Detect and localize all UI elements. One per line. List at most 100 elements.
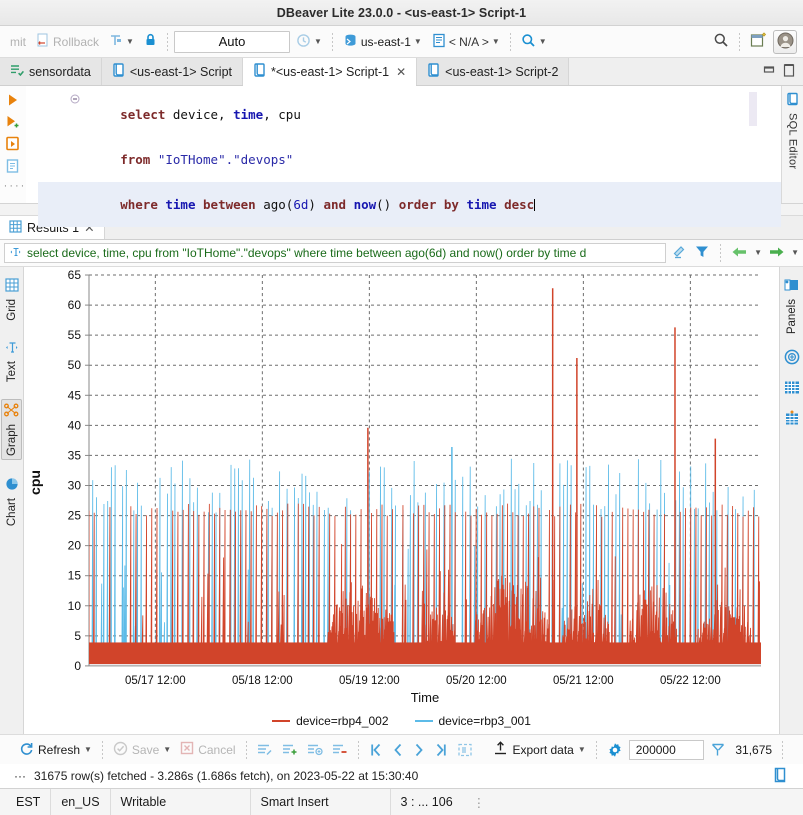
commit-mode-value: Auto [219,34,246,49]
cancel-button[interactable]: Cancel [177,739,238,760]
minimize-icon[interactable] [763,64,775,79]
series-baseline-band [89,642,761,664]
close-icon[interactable]: ✕ [396,65,406,79]
previous-page-icon[interactable] [389,740,407,760]
y-tick-labels: 05101520253035404550556065 [68,268,82,673]
chevron-down-icon[interactable]: ▼ [84,746,92,754]
user-avatar[interactable] [773,30,797,54]
delete-row-icon[interactable] [329,741,351,759]
editor-tab-sensordata[interactable]: sensordata [0,58,102,85]
panels-rail: Panels [779,267,803,734]
search-button[interactable]: ▼ [517,31,551,53]
code-token: time [466,197,504,212]
view-tab-grid[interactable]: Grid [3,275,21,324]
export-label: Export data [512,743,573,757]
status-dots[interactable]: ··· [14,769,26,783]
panels-toggle[interactable]: Panels [782,275,801,337]
chart-plot-area[interactable]: cpu 05101520253035404550556065 05 [24,267,779,708]
legend-item-rbp3_001[interactable]: device=rbp3_001 [415,714,531,728]
new-window-icon [750,32,767,52]
grid-icon [9,220,22,236]
toolbar-separator [167,33,168,51]
sql-editor-side-rail[interactable]: SQL Editor [781,86,803,203]
fetch-size-input[interactable]: 200000 [629,740,705,760]
chevron-down-icon[interactable]: ▼ [791,249,799,257]
edit-row-icon[interactable] [254,741,276,759]
chart-legend: device=rbp4_002 device=rbp3_001 [24,708,779,734]
view-tab-chart[interactable]: Chart [3,474,21,529]
results-status-line: ··· 31675 row(s) fetched - 3.286s (1.686… [0,764,803,788]
chevron-down-icon[interactable]: ▼ [539,38,547,46]
code-token: and [323,197,353,212]
first-page-icon[interactable] [366,740,386,760]
value-viewer-icon[interactable] [784,349,800,368]
calc-panel-icon[interactable] [784,410,800,429]
gutter-more-icon[interactable]: ···· [0,180,26,192]
chevron-down-icon[interactable]: ▼ [414,38,422,46]
chevron-down-icon[interactable]: ▼ [492,38,500,46]
sql-editor: ···· select device, time, cpu from "IoTH… [0,86,803,204]
legend-label: device=rbp3_001 [439,714,531,728]
view-tab-graph[interactable]: Graph [1,399,22,460]
editor-tab-script[interactable]: <us-east-1> Script [102,58,243,85]
chevron-down-icon[interactable]: ▼ [163,746,171,754]
chevron-down-icon[interactable]: ▼ [578,746,586,754]
maximize-icon[interactable] [783,64,795,80]
execute-statement-icon[interactable] [5,92,21,108]
arrow-left-icon[interactable] [731,245,748,262]
execute-new-tab-icon[interactable] [5,114,21,130]
chevron-down-icon[interactable]: ▼ [754,249,762,257]
commit-mode-select[interactable]: Auto [174,31,290,53]
magnifier-icon [521,33,536,51]
rollback-button[interactable]: Rollback [32,31,103,52]
y-tick-label: 55 [68,328,82,342]
transaction-mode-button[interactable]: ▼ [105,31,138,52]
cancel-label: Cancel [198,743,235,757]
rollback-label: Rollback [53,35,99,49]
editor-tab-script-2[interactable]: <us-east-1> Script-2 [417,58,569,85]
text-cursor [534,199,535,211]
cpu-time-series-chart[interactable]: cpu 05101520253035404550556065 05 [24,267,779,708]
arrow-right-icon[interactable] [768,245,785,262]
export-data-button[interactable]: Export data ▼ [490,739,588,761]
code-token: , cpu [263,107,301,122]
filter-funnel-icon[interactable] [694,244,710,263]
eraser-icon[interactable] [672,244,688,263]
script-log-icon[interactable] [773,767,789,786]
fetch-all-icon[interactable] [454,740,476,760]
row-count-icon [707,740,729,760]
refresh-button[interactable]: Refresh ▼ [16,739,95,761]
legend-item-rbp4_002[interactable]: device=rbp4_002 [272,714,388,728]
last-page-icon[interactable] [431,740,451,760]
commit-button[interactable]: mit [6,33,30,51]
gear-icon[interactable] [604,740,626,760]
transaction-log-button[interactable]: ▼ [292,31,326,53]
global-search-button[interactable] [709,30,733,53]
view-tab-text[interactable]: Text [3,338,21,385]
editor-code-area[interactable]: select device, time, cpu from "IoTHome".… [26,86,781,203]
row-count-label: 31,675 [732,741,775,759]
duplicate-row-icon[interactable] [304,741,326,759]
connection-selector[interactable]: us-east-1 ▼ [339,31,426,53]
add-row-icon[interactable] [279,741,301,759]
editor-tab-script-1[interactable]: *<us-east-1> Script-1 ✕ [243,58,417,85]
lock-button[interactable] [140,31,161,52]
editor-tab-label: sensordata [29,65,91,79]
fetch-size-value: 200000 [636,743,676,757]
code-line-1: select device, time, cpu [38,92,781,137]
fold-marker[interactable] [70,93,80,107]
status-more[interactable]: ⋮ [463,789,498,815]
open-perspective-button[interactable] [746,30,771,54]
x-axis-label: Time [411,690,439,705]
save-button[interactable]: Save ▼ [110,739,174,761]
schema-selector[interactable]: < N/A > ▼ [428,31,504,53]
next-page-icon[interactable] [410,740,428,760]
generate-sql-icon[interactable] [5,158,21,174]
execute-script-icon[interactable] [5,136,21,152]
query-filter-input[interactable]: select device, time, cpu from "IoTHome".… [4,243,666,263]
editor-overview-ruler[interactable] [749,92,757,126]
chevron-down-icon[interactable]: ▼ [126,38,134,46]
grid-panel-icon[interactable] [784,380,800,398]
connection-label: us-east-1 [361,35,411,49]
chevron-down-icon[interactable]: ▼ [314,38,322,46]
